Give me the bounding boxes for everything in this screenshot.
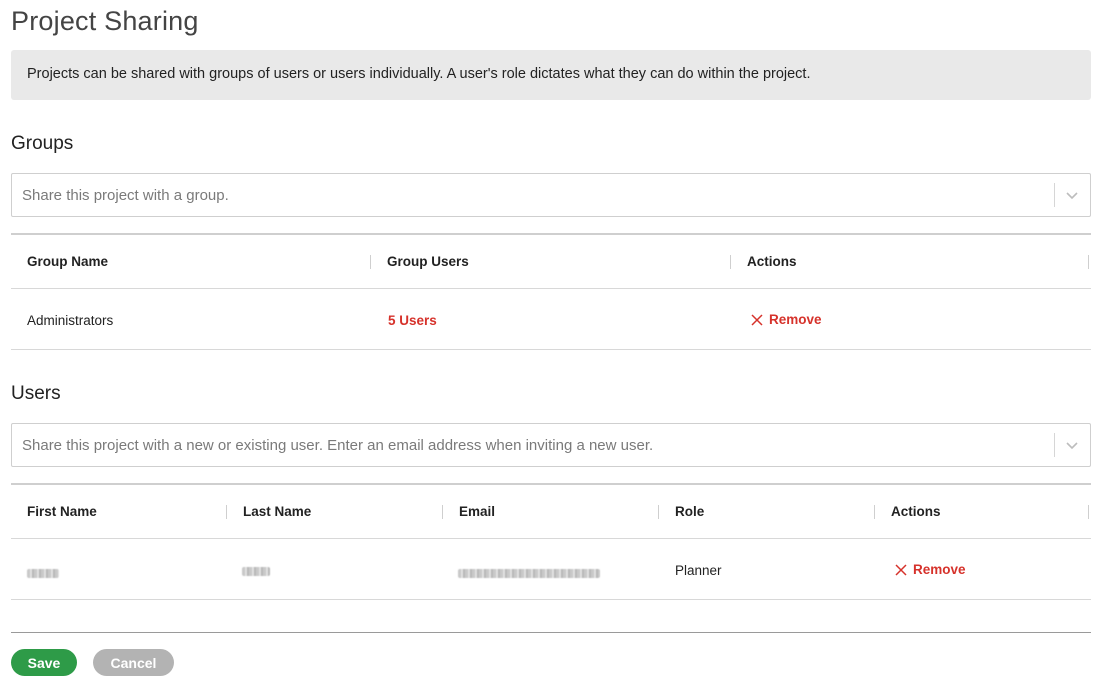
redacted-first-name xyxy=(27,569,59,578)
col-email[interactable]: Email xyxy=(459,504,495,519)
cancel-button[interactable]: Cancel xyxy=(93,649,174,676)
select-separator xyxy=(1054,433,1055,457)
redacted-email xyxy=(458,569,600,578)
col-actions[interactable]: Actions xyxy=(891,504,941,519)
info-banner: Projects can be shared with groups of us… xyxy=(11,50,1091,100)
groups-table: Group Name Group Users Actions Administr… xyxy=(11,233,1091,350)
col-role[interactable]: Role xyxy=(675,504,704,519)
groups-heading: Groups xyxy=(11,133,74,154)
save-button[interactable]: Save xyxy=(11,649,77,676)
column-divider xyxy=(226,505,227,519)
col-first-name[interactable]: First Name xyxy=(27,504,97,519)
remove-group-button[interactable]: Remove xyxy=(751,312,822,327)
column-divider xyxy=(1088,255,1089,269)
close-icon xyxy=(751,313,763,326)
user-share-select[interactable]: Share this project with a new or existin… xyxy=(11,423,1091,467)
groups-table-header: Group Name Group Users Actions xyxy=(11,235,1091,289)
column-divider xyxy=(658,505,659,519)
column-divider xyxy=(730,255,731,269)
users-table-header: First Name Last Name Email Role Actions xyxy=(11,485,1091,539)
column-divider xyxy=(442,505,443,519)
page-title: Project Sharing xyxy=(11,6,199,36)
first-name-cell xyxy=(27,566,59,581)
footer-divider xyxy=(11,632,1091,633)
column-divider xyxy=(1088,505,1089,519)
last-name-cell xyxy=(242,564,270,579)
info-text: Projects can be shared with groups of us… xyxy=(27,66,811,82)
role-cell[interactable]: Planner xyxy=(675,563,722,578)
close-icon xyxy=(895,563,907,576)
user-select-placeholder: Share this project with a new or existin… xyxy=(22,437,654,454)
chevron-down-icon[interactable] xyxy=(1063,436,1081,454)
column-divider xyxy=(874,505,875,519)
group-select-placeholder: Share this project with a group. xyxy=(22,187,229,204)
table-row: Administrators 5 Users Remove xyxy=(11,289,1091,350)
users-table: First Name Last Name Email Role Actions … xyxy=(11,483,1091,600)
group-share-select[interactable]: Share this project with a group. xyxy=(11,173,1091,217)
col-actions[interactable]: Actions xyxy=(747,254,797,269)
redacted-last-name xyxy=(242,567,270,576)
email-cell xyxy=(458,566,600,581)
group-name-cell: Administrators xyxy=(27,313,114,328)
col-last-name[interactable]: Last Name xyxy=(243,504,311,519)
remove-user-button[interactable]: Remove xyxy=(895,562,966,577)
col-group-name[interactable]: Group Name xyxy=(27,254,108,269)
group-users-link[interactable]: 5 Users xyxy=(388,313,437,328)
table-row: Planner Remove xyxy=(11,539,1091,600)
chevron-down-icon[interactable] xyxy=(1063,186,1081,204)
remove-label: Remove xyxy=(769,312,822,327)
column-divider xyxy=(370,255,371,269)
select-separator xyxy=(1054,183,1055,207)
users-heading: Users xyxy=(11,383,61,404)
remove-label: Remove xyxy=(913,562,966,577)
col-group-users[interactable]: Group Users xyxy=(387,254,469,269)
